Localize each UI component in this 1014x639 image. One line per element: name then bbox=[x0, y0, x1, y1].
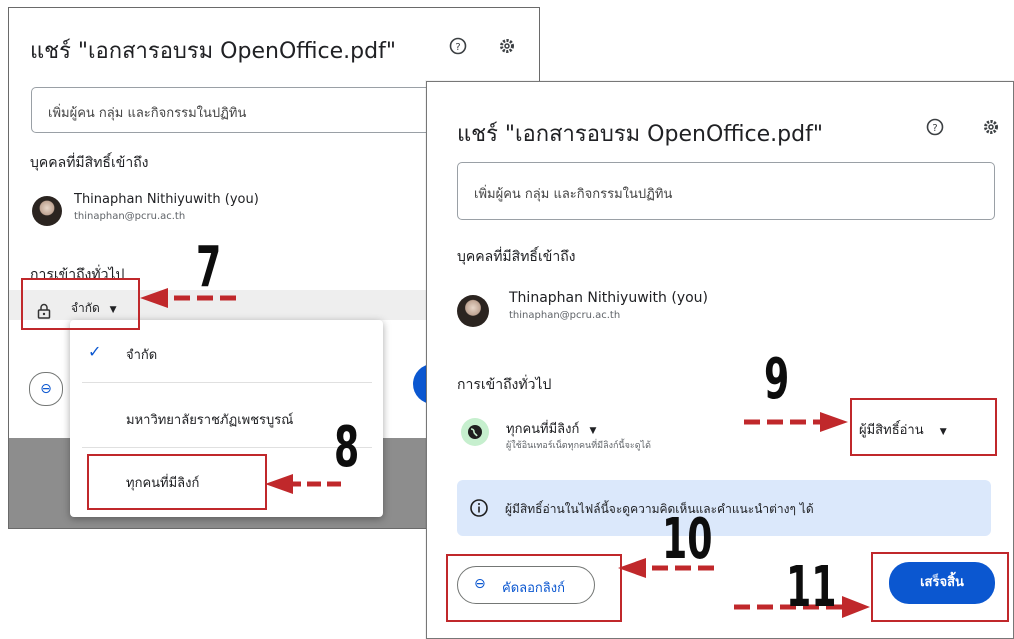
info-text: ผู้มีสิทธิ์อ่านในไฟล์นี้จะดูความคิดเห็นแ… bbox=[505, 502, 814, 516]
step-number-11: 11 bbox=[786, 555, 837, 620]
add-people-input[interactable]: เพิ่มผู้คน กลุ่ม และกิจกรรมในปฏิทิน bbox=[457, 162, 995, 220]
user-email: thinaphan@pcru.ac.th bbox=[509, 310, 621, 321]
help-icon[interactable]: ? bbox=[924, 118, 946, 140]
add-people-input[interactable]: เพิ่มผู้คน กลุ่ม และกิจกรรมในปฏิทิน bbox=[31, 87, 463, 133]
user-name: Thinaphan Nithiyuwith (you) bbox=[509, 290, 709, 306]
step-number-9: 9 bbox=[764, 347, 790, 412]
svg-text:?: ? bbox=[455, 42, 460, 53]
highlight-box-10 bbox=[446, 554, 622, 622]
dropdown-arrow-icon: ▼ bbox=[589, 426, 597, 436]
check-icon: ✓ bbox=[88, 342, 102, 361]
info-banner: ผู้มีสิทธิ์อ่านในไฟล์นี้จะดูความคิดเห็นแ… bbox=[457, 480, 991, 536]
step-number-8: 8 bbox=[334, 415, 360, 480]
arrow-right-icon bbox=[744, 412, 848, 432]
avatar bbox=[457, 295, 489, 327]
dialog-title: แชร์ "เอกสารอบรม OpenOffice.pdf" bbox=[30, 39, 396, 64]
people-access-heading: บุคคลที่มีสิทธิ์เข้าถึง bbox=[457, 249, 576, 265]
divider bbox=[82, 382, 372, 383]
arrow-left-icon bbox=[140, 288, 236, 308]
highlight-box-8 bbox=[87, 454, 267, 510]
settings-icon[interactable] bbox=[980, 118, 1002, 140]
menu-item-organization[interactable]: มหาวิทยาลัยราชภัฏเพชรบูรณ์ bbox=[126, 409, 293, 430]
globe-icon bbox=[461, 418, 489, 446]
link-icon: ⊖ bbox=[40, 381, 52, 397]
menu-item-restricted[interactable]: จำกัด bbox=[126, 344, 157, 365]
settings-icon[interactable] bbox=[496, 37, 518, 59]
people-access-heading: บุคคลที่มีสิทธิ์เข้าถึง bbox=[30, 155, 149, 171]
access-value: ทุกคนที่มีลิงก์ bbox=[506, 422, 580, 437]
step-number-10: 10 bbox=[662, 507, 713, 572]
highlight-box-7 bbox=[21, 278, 140, 330]
help-icon[interactable]: ? bbox=[447, 37, 469, 59]
arrow-left-icon bbox=[265, 474, 341, 494]
avatar bbox=[32, 196, 62, 226]
access-description: ผู้ใช้อินเทอร์เน็ตทุกคนที่มีลิงก์นี้จะดู… bbox=[506, 441, 651, 451]
general-access-heading: การเข้าถึงทั่วไป bbox=[457, 377, 552, 393]
copy-link-button[interactable]: ⊖ bbox=[29, 372, 63, 406]
info-icon bbox=[469, 498, 489, 522]
dialog-title: แชร์ "เอกสารอบรม OpenOffice.pdf" bbox=[457, 122, 823, 147]
step-number-7: 7 bbox=[196, 235, 222, 300]
user-email: thinaphan@pcru.ac.th bbox=[74, 211, 186, 222]
access-dropdown[interactable]: ทุกคนที่มีลิงก์ ▼ bbox=[506, 418, 596, 439]
highlight-box-11 bbox=[871, 552, 1009, 622]
divider bbox=[82, 447, 372, 448]
svg-text:?: ? bbox=[932, 123, 937, 134]
user-name: Thinaphan Nithiyuwith (you) bbox=[74, 192, 259, 207]
highlight-box-9 bbox=[850, 398, 997, 456]
